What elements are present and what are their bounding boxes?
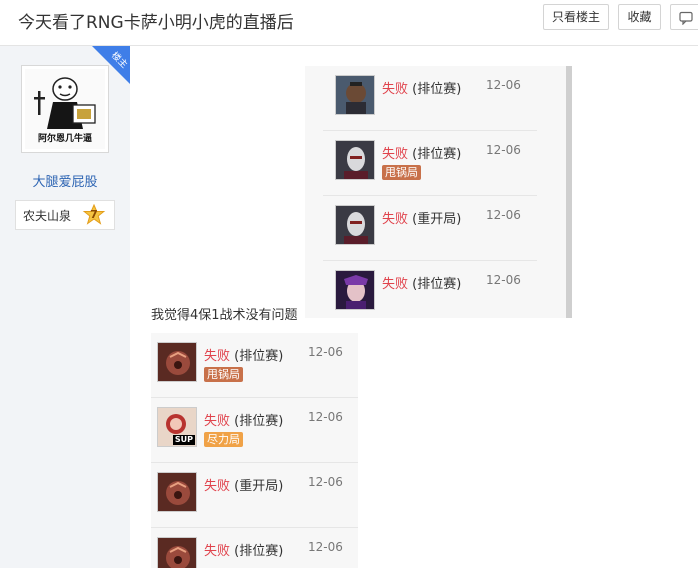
match-tag: 甩锅局 (204, 367, 243, 382)
match-tag: 甩锅局 (382, 165, 421, 180)
level-star-icon: 7 (82, 203, 106, 228)
author-username[interactable]: 大腿爱屁股 (0, 171, 130, 190)
avatar-caption: 阿尔恩几牛逼 (37, 134, 92, 144)
forum-level-badge[interactable]: 农夫山泉 7 (15, 200, 115, 230)
match-date: 12-06 (486, 78, 521, 92)
lucian-portrait-icon (335, 75, 375, 115)
jhin-portrait-icon (335, 140, 375, 180)
match-result: 失败 (排位赛) (382, 82, 462, 97)
speech-bubble-icon (679, 11, 693, 26)
match-tag: 尽力局 (204, 432, 243, 447)
match-date: 12-06 (486, 273, 521, 287)
author-sidebar: 阿尔恩几牛逼 楼主 大腿爱屁股 农夫山泉 7 (0, 46, 130, 568)
match-date: 12-06 (486, 208, 521, 222)
post-comment: 我觉得4保1战术没有问题 (151, 308, 298, 323)
match-row[interactable]: 失败 (排位赛) 12-06 (323, 66, 537, 131)
op-ribbon: 楼主 (92, 46, 130, 84)
syndra-portrait-icon (335, 270, 375, 310)
match-date: 12-06 (308, 345, 343, 359)
match-row[interactable]: SUP 失败 (排位赛) 12-06 尽力局 (151, 398, 358, 463)
reply-button[interactable] (670, 4, 698, 30)
favorite-button[interactable]: 收藏 (618, 4, 661, 30)
forum-badge-name: 农夫山泉 (23, 209, 72, 223)
thread-title: 今天看了RNG卡萨小明小虎的直播后 (18, 13, 294, 33)
aatrox-portrait-icon (157, 537, 197, 568)
match-result: 失败 (重开局) (204, 479, 284, 494)
jhin-portrait-icon (335, 205, 375, 245)
match-row[interactable]: 失败 (排位赛) 12-06 (151, 528, 358, 568)
match-row[interactable]: 失败 (重开局) 12-06 (151, 463, 358, 528)
level-number: 7 (90, 208, 98, 221)
aatrox-portrait-icon (157, 342, 197, 382)
match-row[interactable]: 失败 (排位赛) 12-06 (323, 261, 537, 326)
match-date: 12-06 (308, 475, 343, 489)
match-result: 失败 (排位赛) (204, 414, 284, 429)
match-row[interactable]: 失败 (排位赛) 12-06 甩锅局 (151, 333, 358, 398)
match-date: 12-06 (308, 410, 343, 424)
match-date: 12-06 (308, 540, 343, 554)
support-overlay-label: SUP (172, 435, 195, 445)
match-result: 失败 (排位赛) (204, 544, 284, 559)
match-history-card-1: 失败 (排位赛) 12-06 失败 (排位赛) 12-06 甩锅局 失败 (重开… (305, 66, 572, 318)
aatrox-portrait-icon (157, 472, 197, 512)
match-history-card-2: 失败 (排位赛) 12-06 甩锅局 SUP 失败 (排位赛) 12-06 尽力… (151, 333, 358, 568)
only-op-button[interactable]: 只看楼主 (543, 4, 609, 30)
match-result: 失败 (排位赛) (204, 349, 284, 364)
match-result: 失败 (重开局) (382, 212, 462, 227)
support-portrait-icon: SUP (157, 407, 197, 447)
match-row[interactable]: 失败 (排位赛) 12-06 甩锅局 (323, 131, 537, 196)
match-result: 失败 (排位赛) (382, 277, 462, 292)
thread-header: 今天看了RNG卡萨小明小虎的直播后 只看楼主 收藏 (0, 0, 698, 46)
match-row[interactable]: 失败 (重开局) 12-06 (323, 196, 537, 261)
match-date: 12-06 (486, 143, 521, 157)
match-result: 失败 (排位赛) (382, 147, 462, 162)
